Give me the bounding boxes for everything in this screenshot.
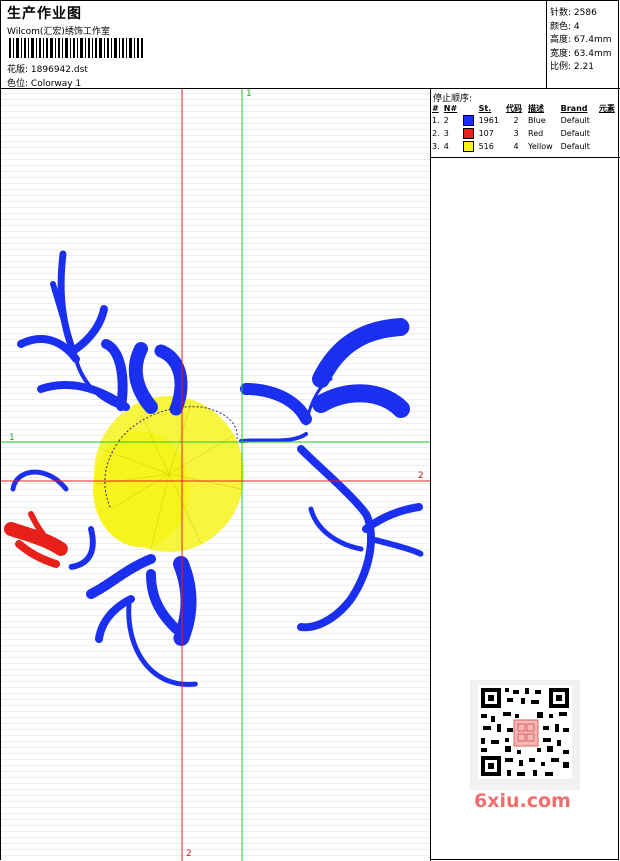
- green-axis-label-top: 1: [246, 89, 252, 99]
- design-file: 花版: 1896942.dst: [7, 65, 88, 75]
- stat-stitches: 针数: 2586: [550, 8, 597, 18]
- stat-width: 宽度: 63.4mm: [550, 48, 612, 59]
- design-stats-panel: 针数: 2586 颜色: 4 高度: 67.4mm 宽度: 63.4mm 比例:…: [546, 1, 620, 89]
- green-axis-label-left: 1: [9, 433, 15, 443]
- sheet-header: 生产作业图 Wilcom(汇宏)绣饰工作室 花版: 1896942.dst 色位…: [1, 1, 620, 89]
- embroidery-preview-canvas[interactable]: 1 1 2 2: [1, 89, 431, 861]
- qr-code-icon: [478, 685, 572, 779]
- stop-table-header: # N# St. 代码 描述 Brand 元素: [432, 103, 615, 113]
- stat-scale: 比例: 2.21: [550, 62, 594, 72]
- design-file-value: 1896942.dst: [30, 65, 88, 75]
- watermark-logo: 6xiu.com: [474, 790, 571, 812]
- barcode: [9, 38, 143, 58]
- colorway: 色位: Colorway 1: [7, 79, 82, 89]
- company-name: Wilcom(汇宏)绣饰工作室: [7, 27, 110, 37]
- qr-code: [470, 680, 580, 790]
- color-swatch-yellow: [462, 141, 474, 152]
- red-axis-label-bottom: 2: [186, 849, 192, 859]
- colorway-value: Colorway 1: [30, 79, 82, 89]
- red-axis-label-right: 2: [418, 471, 424, 481]
- stat-height: 高度: 67.4mm: [550, 35, 612, 45]
- color-swatch-blue: [462, 115, 474, 126]
- stop-sequence-table: # N# St. 代码 描述 Brand 元素 1. 2 1961 2 Blue De…: [431, 102, 620, 153]
- side-divider: [431, 157, 620, 158]
- stat-colors: 颜色: 4: [550, 21, 580, 32]
- table-row[interactable]: 1. 2 1961 2 Blue Default: [431, 114, 620, 127]
- sheet-title: 生产作业图: [7, 6, 82, 22]
- embroidery-design: [1, 89, 430, 861]
- table-row[interactable]: 2. 3 107 3 Red Default: [431, 127, 620, 140]
- color-swatch-red: [462, 128, 474, 139]
- yellow-flower-fill: [93, 396, 244, 552]
- table-row[interactable]: 3. 4 516 4 Yellow Default: [431, 140, 620, 153]
- red-bud: [4, 511, 68, 568]
